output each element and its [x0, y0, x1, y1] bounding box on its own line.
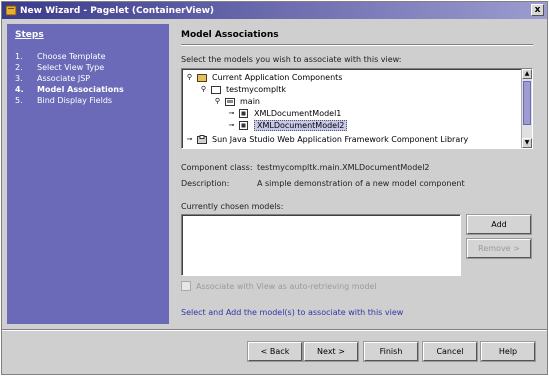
back-button[interactable]: < Back: [247, 341, 303, 362]
tree-node-label: Current Application Components: [212, 72, 343, 82]
steps-title: Steps: [15, 30, 44, 40]
package-icon: [225, 97, 235, 106]
tree-node-selected[interactable]: ⊸ XMLDocumentModel2: [227, 119, 348, 131]
tree-node-label: XMLDocumentModel2: [254, 119, 348, 131]
tree-node-label: XMLDocumentModel1: [254, 108, 342, 118]
wizard-window: New Wizard - Pagelet (ContainerView) x S…: [1, 1, 548, 375]
tree-node[interactable]: ⚲ main: [213, 95, 260, 107]
step-label: Associate JSP: [37, 74, 91, 83]
tree-node-label: testmycompltk: [226, 84, 287, 94]
key-icon: ⊸: [228, 120, 235, 129]
chosen-models-label: Currently chosen models:: [181, 202, 284, 211]
hint-link[interactable]: Select and Add the model(s) to associate…: [181, 308, 403, 317]
close-button[interactable]: x: [531, 4, 544, 16]
step-item: 5. Bind Display Fields: [15, 95, 161, 106]
steps-panel: Steps 1. Choose Template 2. Select View Ty…: [7, 24, 169, 324]
footer-divider: [2, 329, 547, 331]
model-icon: [239, 120, 248, 130]
step-item: 1. Choose Template: [15, 51, 161, 62]
step-item: 2. Select View Type: [15, 62, 161, 73]
scroll-thumb[interactable]: [523, 81, 531, 125]
folder-icon: [211, 85, 221, 94]
remove-button-label: Remove >: [478, 244, 520, 253]
model-icon: [239, 108, 248, 118]
finish-button[interactable]: Finish: [363, 341, 419, 362]
scroll-up-icon[interactable]: ▲: [522, 69, 532, 79]
tree-node-label: main: [240, 96, 260, 106]
finish-button-label: Finish: [379, 347, 403, 356]
step-number: 3.: [15, 74, 23, 83]
back-button-label: < Back: [260, 347, 290, 356]
select-prompt: Select the models you wish to associate …: [181, 55, 402, 64]
help-button-label: Help: [498, 347, 518, 356]
tree-node[interactable]: ⊸ XMLDocumentModel1: [227, 107, 341, 119]
tree-node[interactable]: ⚲ Current Application Components: [185, 71, 342, 83]
step-item-current: 4. Model Associations: [15, 84, 161, 95]
description-label: Description:: [181, 179, 230, 188]
step-label: Choose Template: [37, 52, 106, 61]
title-bar: New Wizard - Pagelet (ContainerView) x: [2, 2, 547, 19]
expand-icon[interactable]: ⚲: [199, 85, 208, 94]
model-tree[interactable]: ⚲ Current Application Components ⚲ testm…: [181, 68, 533, 149]
step-label: Select View Type: [37, 63, 105, 72]
steps-list: 1. Choose Template 2. Select View Type 3. A…: [15, 51, 161, 106]
key-icon: ⊸: [228, 108, 235, 117]
tree-scrollbar[interactable]: ▲ ▼: [521, 69, 532, 148]
description-value: A simple demonstration of a new model co…: [257, 179, 465, 188]
tree-node[interactable]: ⊸ Sun Java Studio Web Application Framew…: [185, 133, 468, 145]
step-number: 1.: [15, 52, 23, 61]
expand-icon[interactable]: ⚲: [213, 97, 222, 106]
auto-retrieve-checkbox[interactable]: Associate with View as auto-retrieving m…: [181, 281, 377, 291]
step-label: Model Associations: [37, 85, 124, 94]
expand-icon[interactable]: ⚲: [185, 73, 194, 82]
cancel-button[interactable]: Cancel: [422, 341, 478, 362]
next-button[interactable]: Next >: [303, 341, 359, 362]
add-button-label: Add: [491, 220, 507, 229]
remove-button[interactable]: Remove >: [466, 238, 532, 259]
tree-node[interactable]: ⚲ testmycompltk: [199, 83, 286, 95]
step-number: 2.: [15, 63, 23, 72]
scroll-down-icon[interactable]: ▼: [522, 138, 532, 148]
component-class-value: testmycompltk.main.XMLDocumentModel2: [257, 163, 430, 172]
step-number: 4.: [15, 85, 24, 94]
expand-icon[interactable]: ⊸: [185, 135, 194, 144]
step-item: 3. Associate JSP: [15, 73, 161, 84]
page-title: Model Associations: [181, 30, 279, 40]
add-button[interactable]: Add: [466, 214, 532, 235]
cancel-button-label: Cancel: [436, 347, 464, 356]
checkbox-box[interactable]: [181, 281, 191, 291]
content-panel: Model Associations Select the models you…: [175, 24, 545, 324]
tree-node-label: Sun Java Studio Web Application Framewor…: [212, 134, 469, 144]
window-title: New Wizard - Pagelet (ContainerView): [20, 5, 215, 16]
help-button[interactable]: Help: [480, 341, 536, 362]
folder-icon: [197, 73, 207, 82]
component-class-label: Component class:: [181, 163, 253, 172]
step-label: Bind Display Fields: [37, 96, 113, 105]
heading-divider: [181, 44, 533, 46]
app-icon: [6, 5, 17, 16]
step-number: 5.: [15, 96, 23, 105]
next-button-label: Next >: [317, 347, 345, 356]
checkbox-label: Associate with View as auto-retrieving m…: [196, 281, 377, 291]
library-icon: [197, 134, 207, 144]
chosen-models-list[interactable]: [181, 214, 461, 276]
